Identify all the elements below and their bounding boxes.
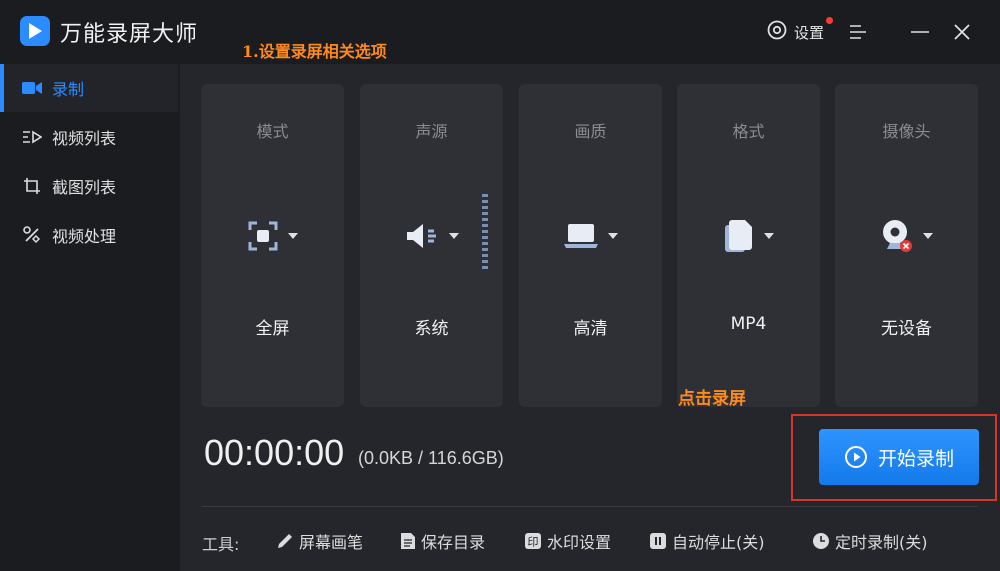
start-recording-button[interactable]: 开始录制 — [819, 429, 979, 485]
option-value: 全屏 — [255, 319, 290, 339]
recording-timer: 00:00:00 — [204, 432, 345, 473]
sidebar-item-label: 录制 — [52, 80, 85, 99]
audio-source-option-card[interactable]: 声源 系统 — [360, 84, 503, 407]
quality-option-card[interactable]: 画质 高清 — [519, 84, 662, 407]
annotation-step1: 1.设置录屏相关选项 — [242, 42, 387, 61]
tool-label: 保存目录 — [421, 533, 486, 552]
chevron-down-icon — [287, 233, 298, 239]
watermark-icon: 印 — [525, 533, 541, 549]
option-icon-row — [201, 216, 344, 256]
start-recording-label: 开始录制 — [877, 447, 954, 470]
speaker-icon — [406, 224, 436, 248]
save-directory-button[interactable]: 保存目录 — [400, 528, 485, 554]
camera-icon — [22, 78, 42, 98]
app-logo-icon — [20, 16, 50, 46]
tools-bar: 工具: 屏幕画笔 保存目录 印 水印设置 自动停止(关) 定时录制(关) — [202, 528, 982, 554]
annotation-step2: 点击录屏 — [678, 389, 746, 409]
divider — [202, 506, 978, 507]
chevron-down-icon — [448, 233, 459, 239]
option-title: 模式 — [256, 122, 289, 141]
sidebar-item-label: 视频列表 — [52, 129, 117, 148]
chevron-down-icon — [763, 233, 774, 239]
minimize-button[interactable] — [908, 20, 932, 44]
option-value: MP4 — [730, 314, 767, 334]
notification-dot — [826, 17, 833, 24]
option-title: 画质 — [574, 122, 607, 141]
option-title: 摄像头 — [882, 122, 931, 141]
watermark-settings-button[interactable]: 印 水印设置 — [524, 528, 611, 554]
option-value: 系统 — [414, 319, 449, 339]
tool-label: 屏幕画笔 — [299, 533, 364, 552]
tool-label: 定时录制(关) — [835, 533, 928, 552]
scheduled-recording-button[interactable]: 定时录制(关) — [812, 528, 928, 554]
menu-icon — [850, 25, 866, 39]
option-value: 高清 — [573, 319, 608, 339]
auto-stop-button[interactable]: 自动停止(关) — [649, 528, 765, 554]
menu-button[interactable] — [846, 20, 870, 44]
close-icon — [954, 24, 970, 40]
tool-label: 自动停止(关) — [672, 533, 765, 552]
title-bar: 万能录屏大师 1.设置录屏相关选项 设置 — [0, 0, 1000, 64]
file-icon — [724, 220, 752, 252]
mode-option-card[interactable]: 模式 全屏 — [201, 84, 344, 407]
pause-icon — [650, 533, 666, 549]
option-title: 格式 — [732, 122, 765, 141]
sidebar-item-video-list[interactable]: 视频列表 — [0, 113, 178, 161]
audio-level-meter — [482, 194, 488, 269]
sidebar-item-label: 视频处理 — [52, 227, 117, 246]
svg-text:印: 印 — [528, 536, 539, 549]
fullscreen-icon — [248, 221, 277, 251]
option-value: 无设备 — [881, 319, 932, 339]
tool-label: 水印设置 — [547, 533, 612, 552]
sidebar-item-video-processing[interactable]: 视频处理 — [0, 211, 178, 259]
chevron-down-icon — [922, 233, 933, 239]
option-icon-row — [835, 216, 978, 256]
sidebar-item-label: 截图列表 — [52, 178, 117, 197]
folder-icon — [401, 533, 415, 549]
webcam-icon — [882, 220, 912, 252]
main-panel: 模式 全屏 声源 系统 画质 高清 格式 MP4 摄像头 无设备 00:00:0… — [180, 64, 1000, 571]
tools-label: 工具: — [202, 535, 240, 554]
option-icon-row — [519, 216, 662, 256]
close-button[interactable] — [950, 20, 974, 44]
minimize-icon — [911, 31, 929, 33]
sidebar-item-screenshot-list[interactable]: 截图列表 — [0, 162, 178, 210]
play-icon — [844, 446, 867, 468]
settings-label: 设置 — [794, 23, 825, 42]
settings-button[interactable]: 设置 — [766, 20, 824, 44]
format-option-card[interactable]: 格式 MP4 — [677, 84, 820, 407]
video-list-icon — [22, 127, 42, 147]
laptop-icon — [563, 224, 598, 248]
sidebar: 录制 视频列表 截图列表 视频处理 — [0, 64, 178, 571]
tools-icon — [22, 225, 42, 245]
sidebar-item-record[interactable]: 录制 — [0, 64, 178, 112]
screenshot-list-icon — [22, 176, 42, 196]
app-title: 万能录屏大师 — [60, 22, 199, 47]
clock-icon — [813, 533, 829, 549]
option-icon-row — [677, 216, 820, 256]
chevron-down-icon — [607, 233, 618, 239]
file-size-info: (0.0KB / 116.6GB) — [358, 448, 504, 468]
screen-pen-button[interactable]: 屏幕画笔 — [276, 528, 363, 554]
pen-icon — [278, 534, 292, 548]
option-title: 声源 — [415, 122, 448, 141]
gear-icon — [766, 19, 788, 45]
webcam-option-card[interactable]: 摄像头 无设备 — [835, 84, 978, 407]
